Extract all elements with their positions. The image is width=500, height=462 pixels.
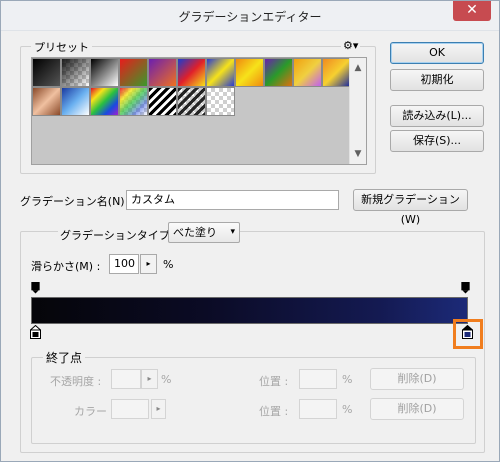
- smoothness-slider-button[interactable]: ▸: [140, 254, 157, 274]
- smoothness-unit: %: [163, 258, 174, 271]
- preset-swatch[interactable]: [119, 58, 148, 87]
- preset-swatch[interactable]: [148, 87, 177, 116]
- scroll-up-icon[interactable]: ▲: [350, 60, 366, 76]
- opacity-slider-button[interactable]: ▸: [141, 369, 158, 389]
- opacity-location-input[interactable]: [299, 369, 337, 389]
- title-bar[interactable]: グラデーションエディター ✕: [1, 1, 499, 31]
- close-icon: ✕: [466, 2, 478, 18]
- preset-swatch[interactable]: [177, 87, 206, 116]
- preset-swatch[interactable]: [32, 87, 61, 116]
- opacity-label: 不透明度 :: [50, 375, 102, 388]
- gradient-type-select[interactable]: べた塗り ▾: [168, 222, 240, 243]
- preset-swatch[interactable]: [206, 87, 235, 116]
- preset-swatch[interactable]: [90, 87, 119, 116]
- reset-button[interactable]: 初期化: [390, 69, 484, 91]
- preset-swatch[interactable]: [235, 58, 264, 87]
- opacity-unit: %: [161, 373, 172, 386]
- opacity-location-label: 位置 :: [259, 375, 289, 388]
- presets-grid: [32, 58, 351, 164]
- preset-swatch[interactable]: [293, 58, 322, 87]
- preset-swatch[interactable]: [177, 58, 206, 87]
- opacity-location-unit: %: [342, 373, 353, 386]
- opacity-stop-left[interactable]: [31, 282, 40, 294]
- color-location-input[interactable]: [299, 399, 337, 419]
- stops-group-label: 終了点: [43, 349, 86, 366]
- preset-swatch[interactable]: [206, 58, 235, 87]
- selected-stop-highlight: [453, 319, 483, 349]
- smoothness-input[interactable]: 100: [109, 254, 139, 274]
- opacity-input[interactable]: [111, 369, 141, 389]
- presets-scrollbar[interactable]: ▲ ▼: [349, 58, 366, 164]
- presets-menu-icon[interactable]: ⚙▾: [341, 39, 361, 52]
- color-label: カラー :: [74, 405, 115, 418]
- preset-swatch[interactable]: [61, 87, 90, 116]
- smoothness-label: 滑らかさ(M) :: [31, 260, 101, 273]
- new-gradient-button[interactable]: 新規グラデーション(W): [353, 189, 468, 226]
- opacity-stop-right[interactable]: [461, 282, 470, 294]
- gradient-name-input[interactable]: カスタム: [126, 190, 339, 210]
- color-stop-left[interactable]: [30, 325, 41, 339]
- presets-label: プリセット: [31, 39, 92, 55]
- preset-swatch[interactable]: [61, 58, 90, 87]
- preset-swatch[interactable]: [32, 58, 61, 87]
- color-location-label: 位置 :: [259, 405, 289, 418]
- preset-swatch[interactable]: [148, 58, 177, 87]
- window-title: グラデーションエディター: [178, 10, 322, 24]
- scroll-down-icon[interactable]: ▼: [350, 146, 366, 162]
- preset-swatch[interactable]: [90, 58, 119, 87]
- save-button[interactable]: 保存(S)...: [390, 130, 484, 152]
- color-swatch[interactable]: [111, 399, 149, 419]
- color-menu-button[interactable]: ▸: [151, 399, 166, 419]
- chevron-down-icon: ▾: [230, 227, 235, 237]
- gradient-editor-dialog: グラデーションエディター ✕ プリセット ⚙▾ ▲ ▼ OK 初期化 読み込み(…: [0, 0, 500, 462]
- load-button[interactable]: 読み込み(L)...: [390, 105, 484, 127]
- gradient-type-value: べた塗り: [173, 226, 217, 239]
- ok-button[interactable]: OK: [390, 42, 484, 64]
- preset-swatch[interactable]: [119, 87, 148, 116]
- close-button[interactable]: ✕: [453, 1, 491, 21]
- color-location-unit: %: [342, 403, 353, 416]
- preset-swatch[interactable]: [264, 58, 293, 87]
- delete-opacity-stop-button[interactable]: 削除(D): [370, 368, 464, 390]
- delete-color-stop-button[interactable]: 削除(D): [370, 398, 464, 420]
- presets-list: ▲ ▼: [31, 57, 367, 165]
- gradient-preview-bar[interactable]: [31, 297, 468, 324]
- gradient-name-label: グラデーション名(N) :: [20, 195, 132, 208]
- preset-swatch[interactable]: [322, 58, 351, 87]
